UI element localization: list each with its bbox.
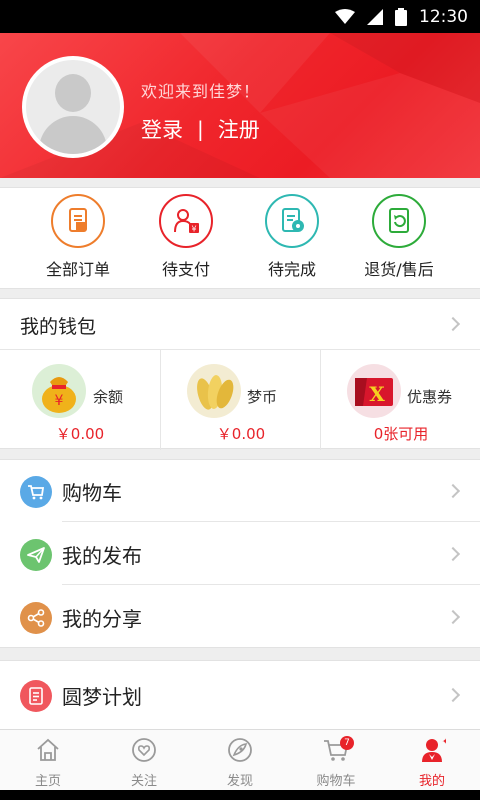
order-pending-payment-button[interactable]: ¥ 待支付 [126, 194, 246, 284]
auth-separator: | [197, 117, 204, 141]
wifi-icon [335, 8, 355, 24]
wallet-balance-label: 余额 [93, 388, 124, 406]
wallet-coupons-label: 优惠券 [407, 388, 453, 406]
return-service-icon [372, 194, 426, 248]
profile-icon: ✦ [422, 737, 446, 762]
paper-plane-icon [20, 539, 52, 571]
tab-discover-label: 发现 [226, 774, 253, 789]
menu-list-secondary: 圆梦计划 [0, 660, 480, 730]
chevron-right-icon [445, 483, 461, 499]
tab-profile-label: 我的 [418, 774, 445, 789]
order-all-label: 全部订单 [45, 260, 110, 279]
orders-section: 全部订单 ¥ 待支付 待完成 退货/售后 [0, 187, 480, 289]
signal-icon [367, 8, 383, 25]
wallet-header[interactable]: 我的钱包 [0, 298, 480, 349]
tab-profile[interactable]: ✦ 我的 [384, 730, 480, 791]
clock: 12:30 [419, 6, 468, 27]
profile-header: 欢迎来到佳梦！ 登录 | 注册 [0, 33, 480, 178]
chevron-right-icon [445, 609, 461, 625]
pending-complete-icon [265, 194, 319, 248]
share-icon [20, 602, 52, 634]
svg-text:¥: ¥ [55, 393, 64, 409]
coins-icon [187, 364, 241, 418]
follow-heart-icon [132, 738, 156, 762]
menu-list: 购物车 我的发布 我的分享 [0, 459, 480, 648]
tab-follow[interactable]: 关注 [96, 730, 192, 791]
cart-badge: 7 [340, 736, 354, 750]
status-bar: 12:30 [0, 0, 480, 33]
chevron-right-icon [445, 316, 461, 332]
tab-discover[interactable]: 发现 [192, 730, 288, 791]
discover-icon [228, 738, 252, 762]
cart-icon [20, 476, 52, 508]
order-return-label: 退货/售后 [364, 260, 434, 279]
menu-item-cart-label: 购物车 [62, 481, 122, 505]
wallet-coins-value: ￥0.00 [216, 425, 266, 443]
system-nav-bar [0, 790, 480, 800]
coupon-icon: X [347, 364, 401, 418]
welcome-text: 欢迎来到佳梦！ [141, 82, 261, 101]
chevron-right-icon [445, 687, 461, 703]
wallet-coins-label: 梦币 [247, 388, 278, 406]
menu-item-dream-plan[interactable]: 圆梦计划 [0, 664, 480, 726]
wallet-coupons-value: 0张可用 [373, 425, 429, 443]
menu-item-shares-label: 我的分享 [62, 607, 142, 631]
money-bag-icon: ¥ [32, 364, 86, 418]
tab-cart-label: 购物车 [316, 774, 356, 789]
login-link[interactable]: 登录 [141, 114, 183, 144]
plan-document-icon [20, 680, 52, 712]
all-orders-icon [51, 194, 105, 248]
svg-text:X: X [369, 382, 385, 406]
register-link[interactable]: 注册 [218, 114, 260, 144]
wallet-coins[interactable]: 梦币 ￥0.00 [160, 350, 320, 450]
tab-follow-label: 关注 [130, 774, 157, 789]
home-icon [37, 738, 59, 761]
order-all-button[interactable]: 全部订单 [18, 194, 138, 284]
menu-item-dream-plan-label: 圆梦计划 [62, 685, 142, 709]
tab-home[interactable]: 主页 [0, 730, 96, 791]
chevron-right-icon [445, 546, 461, 562]
wallet-items: ¥ 余额 ￥0.00 梦币 ￥0.00 X 优惠券 0张可用 [0, 349, 480, 450]
menu-item-cart[interactable]: 购物车 [0, 460, 480, 522]
bottom-tab-bar: 主页 关注 发现 购物车 7 ✦ 我的 [0, 729, 480, 790]
auth-links: 登录 | 注册 [141, 114, 260, 144]
tab-cart[interactable]: 购物车 [288, 730, 384, 791]
svg-text:✦: ✦ [442, 737, 446, 746]
pending-payment-icon: ¥ [159, 194, 213, 248]
battery-icon [395, 7, 407, 26]
menu-item-posts-label: 我的发布 [62, 544, 142, 568]
order-pending-complete-button[interactable]: 待完成 [232, 194, 352, 284]
wallet-coupons[interactable]: X 优惠券 0张可用 [320, 350, 480, 450]
svg-text:¥: ¥ [191, 225, 196, 234]
order-return-button[interactable]: 退货/售后 [339, 194, 459, 284]
wallet-balance-value: ￥0.00 [55, 425, 105, 443]
order-pending-payment-label: 待支付 [161, 260, 210, 279]
menu-item-posts[interactable]: 我的发布 [0, 523, 480, 585]
wallet-balance[interactable]: ¥ 余额 ￥0.00 [0, 350, 160, 450]
tab-home-label: 主页 [34, 774, 61, 789]
menu-item-shares[interactable]: 我的分享 [0, 586, 480, 648]
wallet-title: 我的钱包 [20, 316, 97, 338]
order-pending-complete-label: 待完成 [267, 260, 316, 279]
avatar[interactable] [22, 56, 124, 158]
